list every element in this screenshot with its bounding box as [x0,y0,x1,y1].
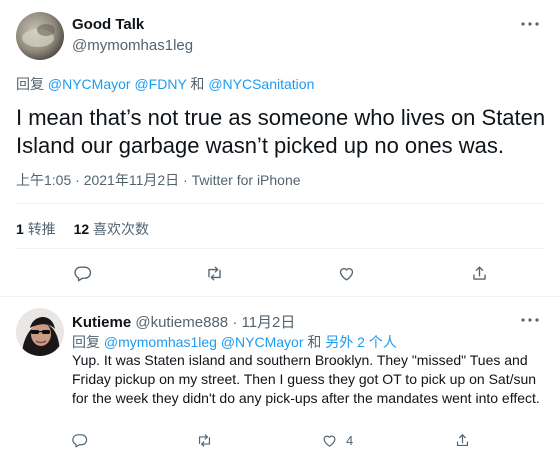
like-label: 喜欢次数 [93,221,150,237]
share-button[interactable] [462,256,496,290]
more-icon[interactable] [520,14,540,34]
reply-context: 回复 @mymomhas1leg @NYCMayor 和 另外 2 个人 [72,332,397,352]
share-button[interactable] [447,425,477,455]
like-stat[interactable]: 12 喜欢次数 [74,221,149,237]
like-button[interactable] [329,256,363,290]
reply-text: Yup. It was Staten island and southern B… [72,352,540,406]
tweet-timestamp[interactable]: 上午1:05 · 2021年11月2日 · Twitter for iPhone [16,170,301,190]
reply-author-avatar[interactable] [16,308,64,356]
mention-link[interactable]: @mymomhas1leg [104,334,217,350]
author-avatar[interactable] [16,12,64,60]
share-icon [456,433,468,446]
share-icon [472,265,486,280]
avatar-image [16,12,64,60]
like-count: 12 [73,221,90,237]
mention-link[interactable]: @NYCMayor [221,334,304,350]
mention-link[interactable]: @NYCMayor [48,76,131,92]
reply-prefix: 回复 [72,334,100,350]
avatar-image [16,308,64,356]
author-handle[interactable]: @mymomhas1leg [72,37,193,54]
mention-link[interactable]: @FDNY [134,76,186,92]
retweet-button[interactable] [189,425,219,455]
heart-icon [323,435,335,447]
reply-author-line: Kutieme @kutieme888 · 11月2日 [72,311,295,332]
reply-prefix: 回复 [16,76,44,92]
more-icon[interactable] [520,310,540,330]
retweet-count: 1 [16,221,24,237]
tweet-text: I mean that’s not true as someone who li… [16,105,546,158]
reply-icon [73,265,91,281]
retweet-button[interactable] [197,256,231,290]
retweet-label: 转推 [27,221,56,237]
reply-context: 回复 @NYCMayor @FDNY 和 @NYCSanitation [16,74,314,94]
like-group[interactable]: 4 [318,425,353,455]
retweet-stat[interactable]: 1 转推 [16,221,60,237]
mention-link[interactable]: @NYCSanitation [208,76,314,92]
reply-button[interactable] [64,425,94,455]
reply-author-name[interactable]: Kutieme [72,314,131,331]
reply-date[interactable]: · 11月2日 [232,314,295,331]
like-count: 4 [346,432,354,448]
reply-icon [71,433,87,447]
reply-and: 和 [190,76,205,92]
reply-button[interactable] [65,256,99,290]
retweet-icon [207,265,221,281]
author-name[interactable]: Good Talk [72,16,144,33]
reply-author-handle[interactable]: @kutieme888 [135,314,228,331]
reply-and: 和 [307,334,322,350]
tweet-stats: 1 转推 12 喜欢次数 [16,219,149,239]
retweet-icon [198,433,210,447]
others-link[interactable]: 另外 2 个人 [325,334,397,350]
heart-icon [339,267,353,281]
